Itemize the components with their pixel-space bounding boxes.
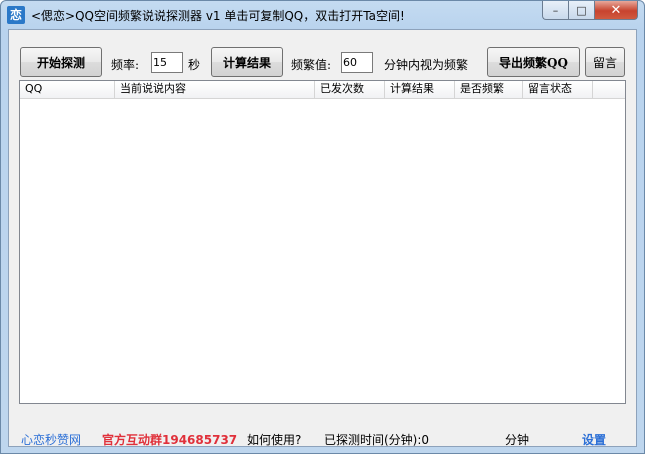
export-frequent-qq-button[interactable]: 导出频繁QQ: [487, 47, 580, 77]
app-icon[interactable]: 恋: [7, 6, 25, 24]
column-header-content[interactable]: 当前说说内容: [115, 81, 315, 98]
threshold-input[interactable]: [341, 52, 373, 73]
group-link[interactable]: 官方互动群194685737: [102, 431, 237, 448]
threshold-note: 分钟内视为频繁: [384, 58, 469, 72]
settings-link[interactable]: 设置: [582, 431, 606, 448]
close-button[interactable]: ✕: [594, 1, 638, 20]
result-list[interactable]: QQ 当前说说内容 已发次数 计算结果 是否频繁 留言状态: [19, 80, 626, 404]
window-controls: – □ ✕: [542, 1, 638, 21]
minimize-button[interactable]: –: [542, 1, 568, 20]
howto-link[interactable]: 如何使用?: [247, 431, 301, 448]
seconds-label: 秒: [188, 58, 201, 72]
site-link[interactable]: 心恋秒赞网: [21, 431, 81, 448]
client-area: 开始探测 频率: 秒 计算结果 频繁值: 分钟内视为频繁 导出频繁QQ 留言 Q…: [8, 29, 637, 447]
title-bar[interactable]: 恋 <偲恋>QQ空间频繁说说探测器 v1 单击可复制QQ，双击打开Ta空间! –…: [1, 1, 644, 29]
column-header-result[interactable]: 计算结果: [385, 81, 455, 98]
list-header: QQ 当前说说内容 已发次数 计算结果 是否频繁 留言状态: [20, 81, 625, 99]
minimize-icon: –: [552, 3, 559, 17]
start-detect-button[interactable]: 开始探测: [20, 47, 102, 77]
frequency-label: 频率:: [111, 58, 140, 72]
calculate-result-button[interactable]: 计算结果: [211, 47, 283, 77]
message-button[interactable]: 留言: [585, 47, 625, 77]
maximize-button[interactable]: □: [568, 1, 594, 20]
column-header-count[interactable]: 已发次数: [315, 81, 385, 98]
window-title: <偲恋>QQ空间频繁说说探测器 v1 单击可复制QQ，双击打开Ta空间!: [31, 9, 405, 23]
threshold-label: 频繁值:: [291, 58, 332, 72]
close-icon: ✕: [610, 2, 622, 18]
app-window: 恋 <偲恋>QQ空间频繁说说探测器 v1 单击可复制QQ，双击打开Ta空间! –…: [0, 0, 645, 454]
maximize-icon: □: [576, 3, 587, 17]
time-unit: 分钟: [505, 433, 530, 447]
elapsed-time: 已探测时间(分钟):0: [324, 433, 430, 447]
column-header-frequent[interactable]: 是否频繁: [455, 81, 523, 98]
frequency-input[interactable]: [151, 52, 183, 73]
column-header-qq[interactable]: QQ: [20, 81, 115, 98]
column-header-message-status[interactable]: 留言状态: [523, 81, 593, 98]
